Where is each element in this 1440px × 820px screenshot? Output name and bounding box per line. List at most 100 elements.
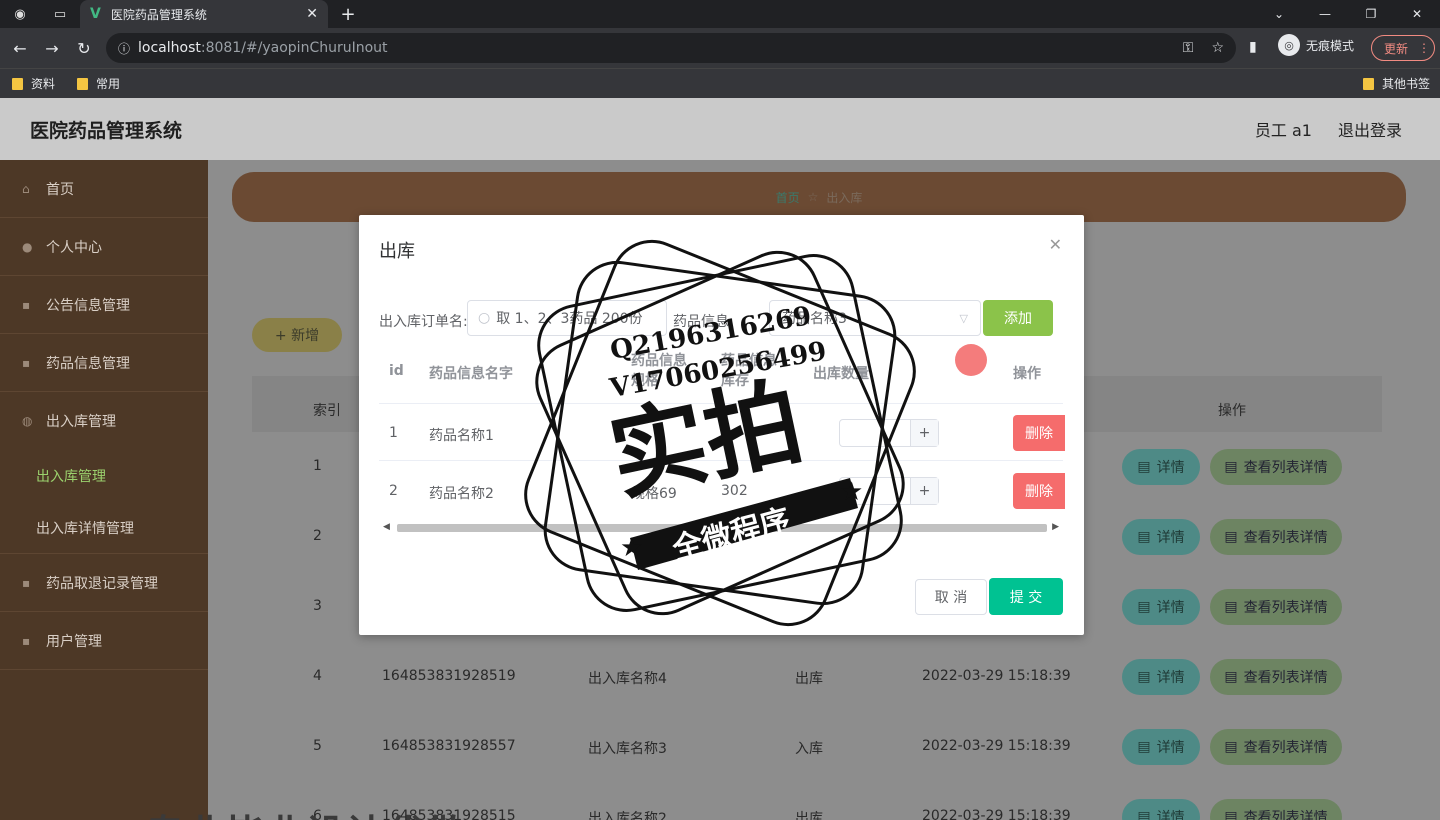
bookmark-label: 资料 — [31, 77, 56, 91]
browser-tab[interactable]: V 医院药品管理系统 ✕ — [80, 0, 328, 28]
forward-icon[interactable]: → — [36, 39, 68, 58]
return-icon: ▪ — [22, 575, 31, 590]
sidebar-item-inout[interactable]: ◍ 出入库管理 — [0, 392, 208, 450]
tab-search-icon[interactable]: ▭ — [40, 0, 80, 28]
list-detail-button[interactable]: ▤ 查看列表详情 — [1210, 519, 1342, 555]
bookmark-folder[interactable]: 常用 — [77, 75, 120, 92]
detail-button[interactable]: ▤ 详情 — [1122, 659, 1200, 695]
dialog-title: 出库 — [379, 241, 415, 262]
document-icon: ▤ — [1137, 459, 1151, 475]
table-row: 4 164853831928519 出入库名称4 出库 2022-03-29 15:18… — [252, 642, 1382, 712]
document-icon: ▤ — [1224, 599, 1238, 615]
sidebar-item-users[interactable]: ▪ 用户管理 — [0, 612, 208, 670]
quantity-stepper[interactable]: + — [839, 477, 939, 505]
drug-row-stock: 3 — [721, 425, 730, 441]
order-label: 出入库订单名: — [379, 314, 468, 330]
sidebar-subitem-inout-detail[interactable]: 出入库详情管理 — [0, 502, 208, 554]
list-detail-button[interactable]: ▤ 查看列表详情 — [1210, 799, 1342, 820]
url-field[interactable]: ⓘ localhost:8081/#/yaopinChuruInout ⚿ ☆ — [106, 33, 1236, 63]
detail-label: 详情 — [1156, 600, 1185, 616]
vue-logo-icon: V — [90, 6, 101, 22]
sidebar-subitem-inout[interactable]: 出入库管理 — [0, 450, 208, 502]
key-icon[interactable]: ⚿ — [1183, 40, 1194, 56]
horizontal-scrollbar[interactable]: ◀ ▶ — [379, 520, 1063, 536]
detail-label: 详情 — [1156, 530, 1185, 546]
detail-label: 详情 — [1156, 740, 1185, 756]
drug-row-spec: 规格69 — [631, 486, 677, 502]
detail-button[interactable]: ▤ 详情 — [1122, 519, 1200, 555]
cell-type: 出库 — [795, 811, 823, 820]
restore-icon[interactable]: ❐ — [1348, 0, 1394, 28]
table-row: 5 164853831928557 出入库名称3 入库 2022-03-29 15:18… — [252, 712, 1382, 782]
delete-button[interactable]: 删除 — [1013, 473, 1065, 509]
header: 医院药品管理系统 员工 a1 退出登录 — [0, 98, 1440, 160]
sidebar-item-drug[interactable]: ▪ 药品信息管理 — [0, 334, 208, 392]
detail-button[interactable]: ▤ 详情 — [1122, 799, 1200, 820]
bookmark-star-icon[interactable]: ☆ — [1211, 40, 1224, 56]
logout-link[interactable]: 退出登录 — [1338, 117, 1402, 141]
sidebar-item-profile[interactable]: ● 个人中心 — [0, 218, 208, 276]
back-icon[interactable]: ← — [4, 39, 36, 58]
col-stock-header: 药品信息库存 — [721, 353, 777, 389]
quantity-stepper[interactable]: + — [839, 419, 939, 447]
minimize-icon[interactable]: — — [1302, 0, 1348, 28]
detail-button[interactable]: ▤ 详情 — [1122, 449, 1200, 485]
other-bookmarks[interactable]: 其他书签 — [1362, 75, 1430, 92]
cell-index: 4 — [313, 668, 322, 684]
list-detail-button[interactable]: ▤ 查看列表详情 — [1210, 729, 1342, 765]
sidebar-item-return[interactable]: ▪ 药品取退记录管理 — [0, 554, 208, 612]
close-window-icon[interactable]: ✕ — [1394, 0, 1440, 28]
row-divider — [379, 403, 1063, 404]
site-info-icon[interactable]: ⓘ — [118, 40, 130, 57]
folder-icon — [12, 77, 23, 90]
scroll-left-icon[interactable]: ◀ — [383, 522, 390, 532]
document-icon: ▤ — [1137, 669, 1151, 685]
reload-icon[interactable]: ↻ — [68, 39, 100, 58]
scroll-thumb[interactable] — [397, 524, 1047, 532]
sidebar-item-home[interactable]: ⌂ 首页 — [0, 160, 208, 218]
list-detail-button[interactable]: ▤ 查看列表详情 — [1210, 449, 1342, 485]
sidebar-subitem-label: 出入库详情管理 — [36, 520, 134, 537]
side-panel-icon[interactable]: ▮ — [1249, 39, 1257, 55]
submit-button[interactable]: 提 交 — [989, 578, 1063, 615]
cursor-highlight — [955, 344, 987, 376]
plus-icon[interactable]: + — [910, 420, 938, 446]
sidebar-item-notice[interactable]: ▪ 公告信息管理 — [0, 276, 208, 334]
list-detail-label: 查看列表详情 — [1243, 670, 1328, 686]
sidebar: ⌂ 首页 ● 个人中心 ▪ 公告信息管理 ▪ 药品信息管理 ◍ 出入库管理 出入库管理 出… — [0, 160, 208, 820]
drug-select[interactable]: 药品名称3 ▽ — [769, 300, 981, 336]
cell-type: 入库 — [795, 741, 823, 757]
app-title: 医院药品管理系统 — [30, 119, 183, 142]
plus-icon[interactable]: + — [910, 478, 938, 504]
list-detail-button[interactable]: ▤ 查看列表详情 — [1210, 659, 1342, 695]
order-input[interactable]: ○ 取 1、2、3药品 200份 — [467, 300, 667, 336]
col-qty-header: 出库数量 — [813, 366, 869, 382]
new-tab-icon[interactable]: + — [336, 0, 360, 28]
sidebar-item-label: 出入库管理 — [46, 414, 116, 430]
folder-icon — [77, 77, 89, 90]
breadcrumb-home[interactable]: 首页 — [776, 189, 800, 206]
tab-list-icon[interactable]: ⌄ — [1256, 0, 1302, 28]
delete-button[interactable]: 删除 — [1013, 415, 1065, 451]
incognito-indicator[interactable]: ◎ 无痕模式 — [1278, 34, 1354, 56]
list-detail-label: 查看列表详情 — [1243, 600, 1328, 616]
detail-button[interactable]: ▤ 详情 — [1122, 589, 1200, 625]
document-icon: ▤ — [1137, 809, 1151, 820]
cell-name: 出入库名称3 — [588, 741, 667, 757]
tab-title: 医院药品管理系统 — [110, 7, 207, 22]
close-tab-icon[interactable]: ✕ — [306, 6, 318, 22]
detail-button[interactable]: ▤ 详情 — [1122, 729, 1200, 765]
cancel-button[interactable]: 取 消 — [915, 579, 987, 615]
document-icon: ▤ — [1137, 599, 1151, 615]
cell-time: 2022-03-29 15:18:39 — [922, 668, 1071, 684]
add-button[interactable]: + 新增 — [252, 318, 342, 352]
list-detail-button[interactable]: ▤ 查看列表详情 — [1210, 589, 1342, 625]
update-button[interactable]: 更新 ⋮ — [1371, 35, 1435, 61]
globe-icon[interactable]: ◉ — [0, 0, 40, 28]
scroll-right-icon[interactable]: ▶ — [1052, 522, 1059, 532]
col-name-header: 药品信息名字 — [429, 366, 513, 382]
bookmark-folder[interactable]: 资料 — [12, 75, 55, 92]
add-drug-button[interactable]: 添加 — [983, 300, 1053, 336]
drug-row-name: 药品名称1 — [429, 428, 494, 444]
close-icon[interactable]: ✕ — [1049, 235, 1062, 254]
